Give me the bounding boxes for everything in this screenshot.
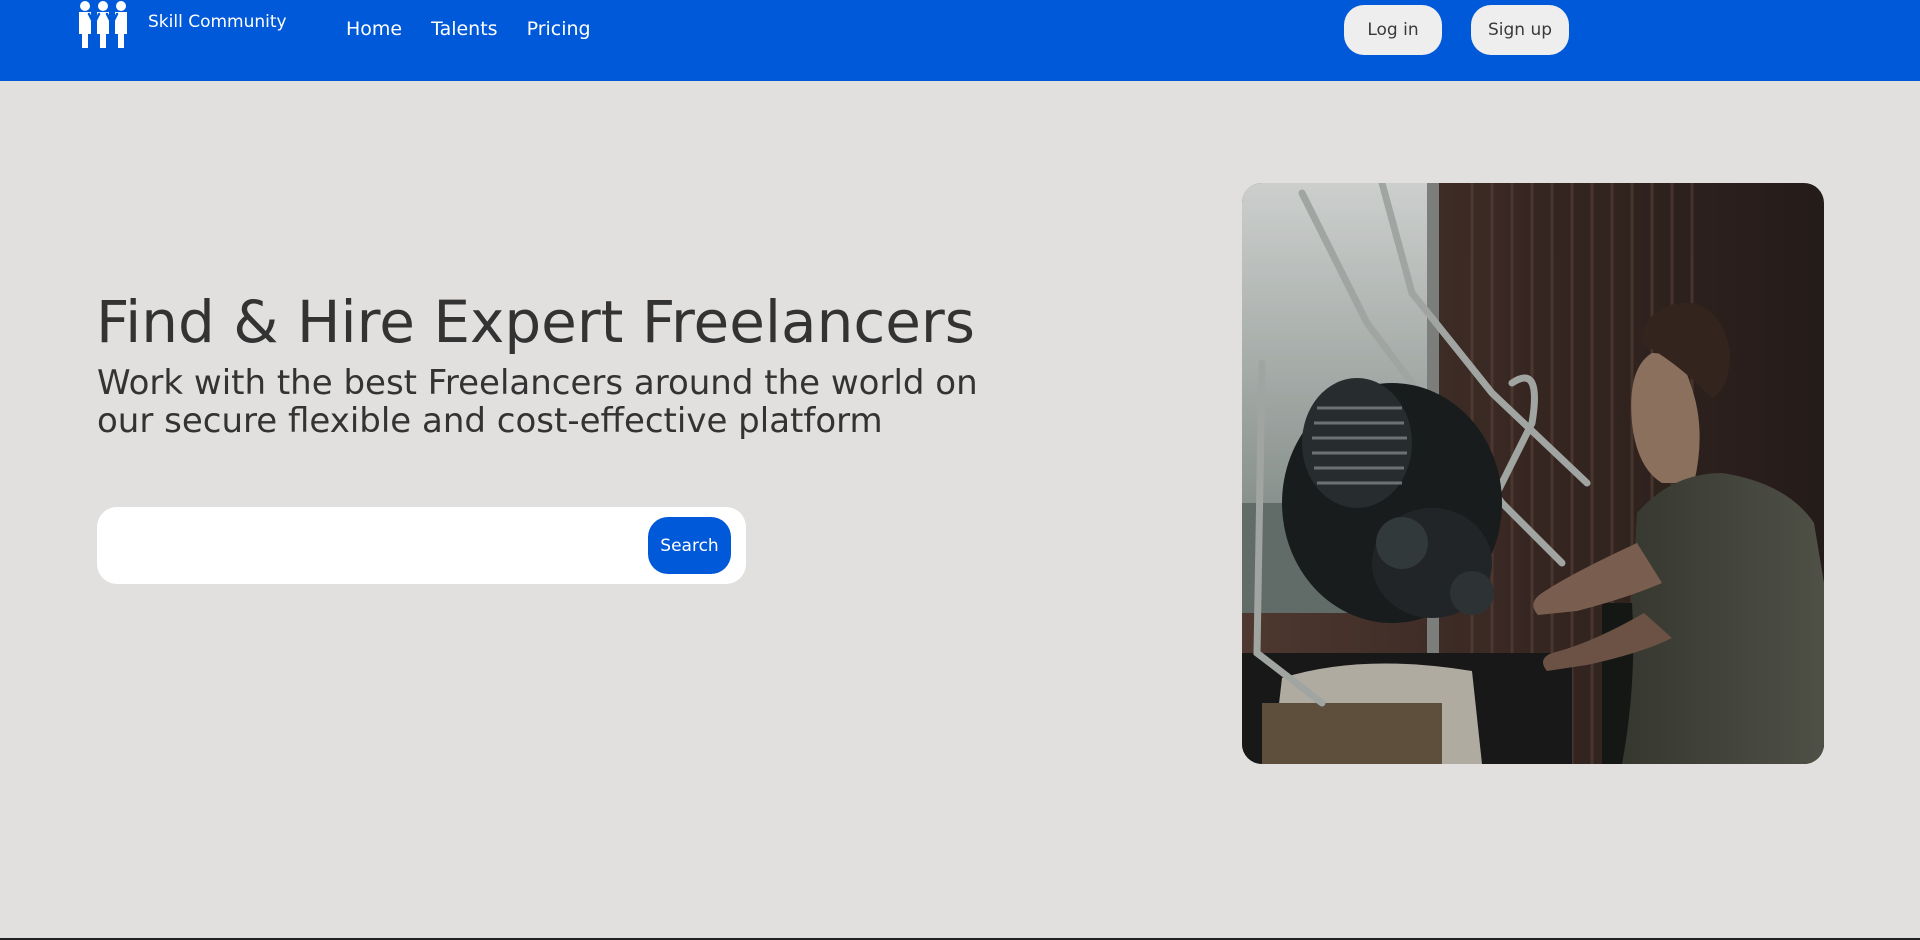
search-input[interactable] (117, 521, 607, 571)
nav-links: Home Talents Pricing (346, 16, 620, 42)
login-button[interactable]: Log in (1344, 5, 1442, 55)
signup-button[interactable]: Sign up (1471, 5, 1569, 55)
hero-title: Find & Hire Expert Freelancers (96, 288, 975, 356)
brand-name: Skill Community (148, 12, 287, 32)
mechanic-motorcycle-photo (1242, 183, 1824, 764)
three-people-logo-icon (79, 1, 127, 48)
nav-link-talents[interactable]: Talents (431, 16, 497, 42)
hero-subtitle: Work with the best Freelancers around th… (97, 363, 978, 441)
nav-link-pricing[interactable]: Pricing (527, 16, 591, 42)
brand-link[interactable]: Skill Community (76, 0, 287, 50)
nav-link-home[interactable]: Home (346, 16, 402, 42)
top-navbar: Skill Community Home Talents Pricing Log… (0, 0, 1920, 81)
search-box: Search (97, 507, 746, 584)
hero-image (1242, 183, 1824, 764)
search-button[interactable]: Search (648, 517, 731, 574)
